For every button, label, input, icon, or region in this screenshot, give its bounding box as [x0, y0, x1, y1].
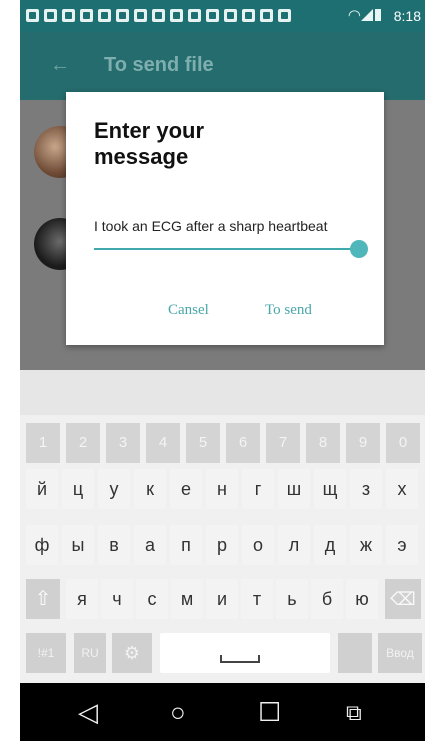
letter-key[interactable]: к [134, 469, 166, 509]
letter-key[interactable]: ж [350, 525, 382, 565]
number-key[interactable]: 5 [186, 423, 220, 463]
letter-key[interactable]: в [98, 525, 130, 565]
letter-key[interactable]: а [134, 525, 166, 565]
arrow-left-icon[interactable]: ← [50, 54, 70, 77]
notification-icon [224, 9, 237, 22]
keyboard: 1234567890 йцукенгшщзх фывапролджэ ⇧ ⌫ я… [20, 415, 425, 683]
backspace-icon[interactable]: ⌫ [385, 579, 421, 619]
shift-icon[interactable]: ⇧ [26, 579, 60, 619]
input-underline [94, 248, 360, 250]
notification-icon [188, 9, 201, 22]
message-dialog: Enter your message I took an ECG after a… [66, 92, 384, 345]
language-key[interactable]: RU [74, 633, 106, 673]
letter-key[interactable]: т [241, 579, 273, 619]
keyboard-row-1: йцукенгшщзх [20, 469, 425, 513]
app-toolbar: ← To send file [20, 32, 425, 100]
letter-key[interactable]: м [171, 579, 203, 619]
letter-key[interactable]: з [350, 469, 382, 509]
keyboard-number-row: 1234567890 [20, 423, 425, 467]
enter-key[interactable]: Ввод [378, 633, 422, 673]
battery-icon [375, 9, 381, 21]
number-key[interactable]: 7 [266, 423, 300, 463]
letter-key[interactable]: о [242, 525, 274, 565]
number-key[interactable]: 2 [66, 423, 100, 463]
cancel-button[interactable]: Cansel [168, 302, 209, 319]
letter-key[interactable]: х [386, 469, 418, 509]
status-time: 8:18 [393, 8, 421, 24]
letter-key[interactable]: э [386, 525, 418, 565]
number-key[interactable]: 0 [386, 423, 420, 463]
letter-key[interactable]: я [66, 579, 98, 619]
space-key[interactable] [160, 633, 330, 673]
letter-key[interactable]: ф [26, 525, 58, 565]
notification-icon [242, 9, 255, 22]
notification-icon [278, 9, 291, 22]
number-key[interactable]: 1 [26, 423, 60, 463]
letter-key[interactable]: ь [276, 579, 308, 619]
number-key[interactable]: 4 [146, 423, 180, 463]
letter-key[interactable]: г [242, 469, 274, 509]
letter-key[interactable]: п [170, 525, 202, 565]
signal-icon [361, 9, 373, 21]
keyboard-suggestion-strip [20, 370, 425, 415]
dialog-title: Enter your message [94, 118, 205, 169]
letter-key[interactable]: с [136, 579, 168, 619]
notification-icon [62, 9, 75, 22]
letter-key[interactable]: ы [62, 525, 94, 565]
space-bar-icon [220, 655, 260, 663]
square-recents-icon[interactable]: ☐ [258, 697, 281, 728]
triangle-back-icon[interactable]: ◁ [78, 697, 98, 728]
notification-icon [116, 9, 129, 22]
message-input[interactable]: I took an ECG after a sharp heartbeat [94, 218, 356, 234]
text-cursor-handle[interactable] [350, 240, 368, 258]
letter-key[interactable]: ц [62, 469, 94, 509]
period-key[interactable] [338, 633, 372, 673]
number-key[interactable]: 8 [306, 423, 340, 463]
letter-key[interactable]: ю [346, 579, 378, 619]
notification-icon [44, 9, 57, 22]
letter-key[interactable]: ч [101, 579, 133, 619]
send-button[interactable]: To send [265, 302, 312, 319]
symbols-key[interactable]: !#1 [26, 633, 66, 673]
number-key[interactable]: 3 [106, 423, 140, 463]
letter-key[interactable]: и [206, 579, 238, 619]
notification-icon [170, 9, 183, 22]
notification-icon [98, 9, 111, 22]
notification-icon [134, 9, 147, 22]
status-bar: ◠ 8:18 [20, 0, 425, 32]
number-key[interactable]: 6 [226, 423, 260, 463]
toolbar-title: To send file [104, 54, 214, 76]
circle-home-icon[interactable]: ○ [170, 697, 186, 728]
letter-key[interactable]: щ [314, 469, 346, 509]
letter-key[interactable]: б [311, 579, 343, 619]
notification-icon [260, 9, 273, 22]
number-key[interactable]: 9 [346, 423, 380, 463]
notification-icon [152, 9, 165, 22]
letter-key[interactable]: д [314, 525, 346, 565]
screen-switch-icon[interactable]: ⧉ [346, 700, 362, 726]
notification-icon [206, 9, 219, 22]
keyboard-row-3: ⇧ ⌫ ячсмитьбю [20, 579, 425, 623]
letter-key[interactable]: е [170, 469, 202, 509]
navigation-bar: ◁ ○ ☐ ⧉ [20, 683, 425, 741]
phone-screen: ◠ 8:18 ← To send file Enter your message… [20, 0, 425, 741]
notification-icon [26, 9, 39, 22]
letter-key[interactable]: л [278, 525, 310, 565]
letter-key[interactable]: й [26, 469, 58, 509]
letter-key[interactable]: р [206, 525, 238, 565]
wifi-icon: ◠ [347, 7, 361, 24]
letter-key[interactable]: у [98, 469, 130, 509]
gear-icon[interactable]: ⚙ [112, 633, 152, 673]
notification-icon [80, 9, 93, 22]
letter-key[interactable]: н [206, 469, 238, 509]
keyboard-bottom-row: !#1 RU ⚙ Ввод [20, 633, 425, 677]
letter-key[interactable]: ш [278, 469, 310, 509]
keyboard-row-2: фывапролджэ [20, 525, 425, 569]
